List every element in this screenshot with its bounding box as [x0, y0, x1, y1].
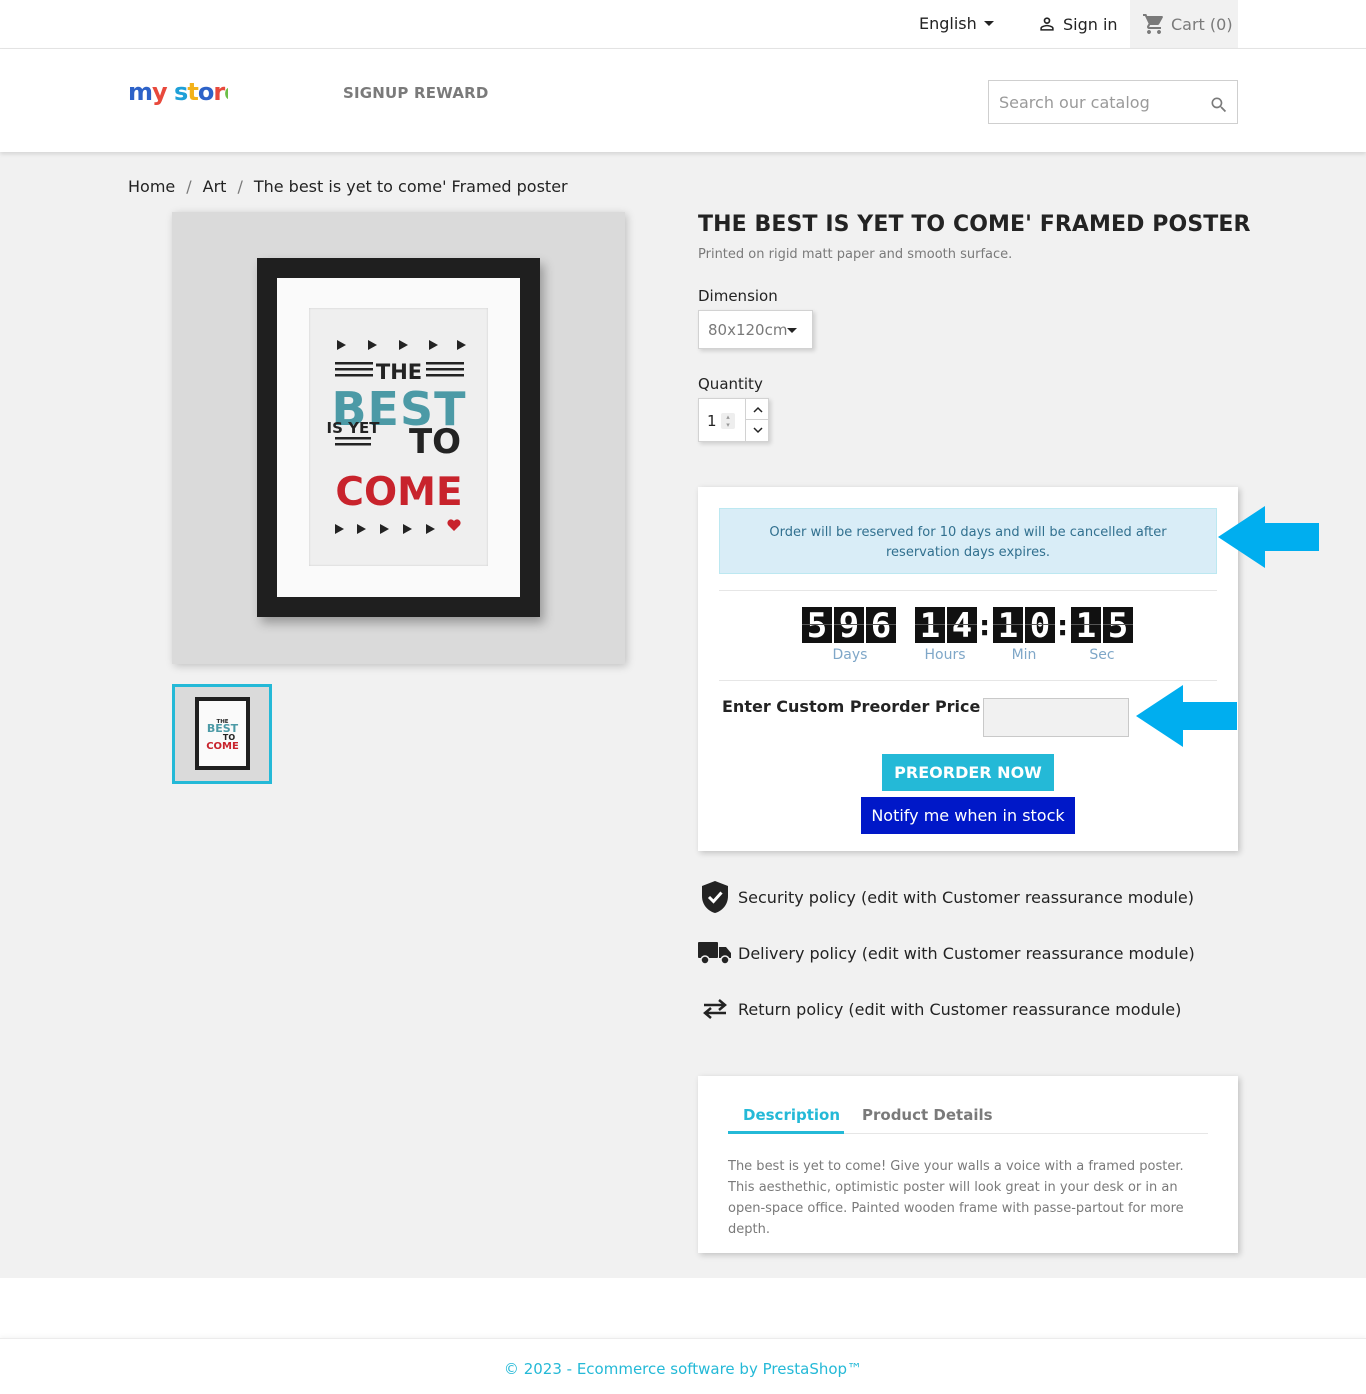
- quantity-stepper: 1 ▴ ▾: [698, 398, 769, 442]
- search-box: [988, 80, 1238, 124]
- footer-copyright-link[interactable]: © 2023 - Ecommerce software by PrestaSho…: [504, 1360, 862, 1378]
- countdown-separator: :: [979, 609, 991, 642]
- cart-label: Cart (0): [1171, 14, 1233, 34]
- product-cover-image[interactable]: THE BEST IS YET TO COME: [172, 212, 625, 664]
- reassurance-delivery: Delivery policy (edit with Customer reas…: [698, 936, 1195, 970]
- search-icon[interactable]: [1209, 95, 1229, 115]
- logo-graphic: my store: [128, 78, 241, 106]
- poster-text-the: THE: [376, 360, 422, 384]
- search-input[interactable]: [989, 81, 1199, 123]
- preorder-panel: Order will be reserved for 10 days and w…: [698, 487, 1238, 851]
- poster-graphic: THE BEST IS YET TO COME: [327, 340, 466, 534]
- reassurance-security-text: Security policy (edit with Customer reas…: [738, 887, 1194, 907]
- breadcrumb-separator: /: [186, 177, 192, 196]
- countdown-sec-label: Sec: [1089, 647, 1115, 663]
- site-header: my store SIGNUP REWARD: [0, 49, 1366, 152]
- arrow-left-icon: [1136, 685, 1237, 747]
- product-page: Home / Art / The best is yet to come' Fr…: [0, 152, 1366, 1278]
- shield-check-icon: [698, 880, 732, 914]
- countdown-days-label: Days: [832, 647, 868, 663]
- sign-in-link[interactable]: Sign in: [1037, 14, 1118, 34]
- swap-arrows-icon: [698, 992, 732, 1026]
- dimension-label: Dimension: [698, 287, 778, 305]
- countdown-days-digit: 9: [834, 607, 864, 645]
- user-icon: [1040, 17, 1054, 31]
- truck-icon: [698, 936, 732, 970]
- breadcrumb-separator: /: [237, 177, 243, 196]
- poster-text-to: TO: [409, 422, 461, 462]
- chevron-down-icon: [752, 427, 763, 434]
- countdown-days-digit: 6: [866, 607, 896, 645]
- product-description-text: The best is yet to come! Give your walls…: [728, 1159, 1184, 1237]
- breadcrumb: Home / Art / The best is yet to come' Fr…: [128, 177, 568, 196]
- poster-text-is-yet: IS YET: [327, 419, 381, 437]
- notify-in-stock-button[interactable]: Notify me when in stock: [861, 797, 1075, 834]
- cart-icon: [1143, 14, 1163, 34]
- svg-text:my store: my store: [128, 78, 228, 106]
- nav-signup-reward[interactable]: SIGNUP REWARD: [343, 84, 489, 102]
- breadcrumb-current: The best is yet to come' Framed poster: [253, 177, 568, 196]
- quantity-decrement-button[interactable]: [745, 420, 769, 441]
- thumbnail-mat: THE BEST TO COME: [199, 701, 246, 766]
- quantity-increment-button[interactable]: [745, 399, 769, 420]
- product-tabs: Description Product Details: [728, 1106, 1208, 1134]
- reassurance-delivery-text: Delivery policy (edit with Customer reas…: [738, 943, 1195, 963]
- poster-text-come: COME: [335, 470, 462, 515]
- reassurance-security: Security policy (edit with Customer reas…: [698, 880, 1194, 914]
- countdown-min-digit: 0: [1025, 607, 1055, 645]
- arrow-left-icon: [1218, 506, 1319, 568]
- cart-link[interactable]: Cart (0): [1130, 0, 1238, 48]
- language-selector[interactable]: English: [919, 14, 994, 33]
- preorder-now-button[interactable]: PREORDER NOW: [882, 754, 1054, 791]
- product-tabs-panel: Description Product Details The best is …: [698, 1076, 1238, 1253]
- poster-artwork: THE BEST IS YET TO COME: [309, 308, 488, 566]
- custom-price-input[interactable]: [983, 698, 1129, 737]
- custom-price-label: Enter Custom Preorder Price: [722, 697, 981, 716]
- dimension-select[interactable]: 80x120cm: [698, 310, 813, 349]
- store-logo[interactable]: my store: [128, 78, 241, 114]
- countdown-min-digit: 1: [993, 607, 1023, 645]
- preorder-countdown: 5 9 6 Days 1 4 : Hours 1 0 : Min 1 5 Sec: [802, 607, 1142, 667]
- countdown-sec-digit: 1: [1071, 607, 1101, 645]
- breadcrumb-art[interactable]: Art: [203, 177, 227, 196]
- countdown-separator: :: [1057, 609, 1069, 642]
- thumbnail-frame: THE BEST TO COME: [195, 697, 250, 770]
- product-thumbnail[interactable]: THE BEST TO COME: [172, 684, 272, 784]
- chevron-down-icon: [787, 328, 797, 333]
- tab-product-details[interactable]: Product Details: [862, 1106, 993, 1134]
- native-spinner-icon[interactable]: ▴ ▾: [721, 413, 735, 429]
- product-short-description: Printed on rigid matt paper and smooth s…: [698, 247, 1013, 262]
- divider: [719, 680, 1217, 681]
- product-title: THE BEST IS YET TO COME' FRAMED POSTER: [698, 212, 1251, 237]
- poster-mat: THE BEST IS YET TO COME: [277, 278, 520, 597]
- countdown-hours-digit: 4: [947, 607, 977, 645]
- breadcrumb-home[interactable]: Home: [128, 177, 175, 196]
- tab-description[interactable]: Description: [728, 1106, 844, 1134]
- reservation-notice: Order will be reserved for 10 days and w…: [719, 508, 1217, 574]
- countdown-sec-digit: 5: [1103, 607, 1133, 645]
- poster-frame: THE BEST IS YET TO COME: [257, 258, 540, 617]
- divider: [719, 590, 1217, 591]
- chevron-up-icon: [752, 406, 763, 413]
- quantity-label: Quantity: [698, 375, 763, 393]
- footer-spacer: [0, 1278, 1366, 1338]
- thumbnail-graphic: THE BEST TO COME: [206, 719, 239, 752]
- language-label: English: [919, 14, 977, 33]
- countdown-days-digit: 5: [802, 607, 832, 645]
- site-footer: © 2023 - Ecommerce software by PrestaSho…: [0, 1338, 1366, 1394]
- reassurance-return-text: Return policy (edit with Customer reassu…: [738, 999, 1182, 1019]
- countdown-hours-label: Hours: [924, 647, 966, 663]
- chevron-down-icon: [983, 21, 994, 26]
- sign-in-label: Sign in: [1063, 14, 1118, 34]
- reassurance-return: Return policy (edit with Customer reassu…: [698, 992, 1181, 1026]
- countdown-hours-digit: 1: [915, 607, 945, 645]
- dimension-value: 80x120cm: [708, 321, 788, 339]
- countdown-min-label: Min: [1011, 647, 1037, 663]
- quantity-input[interactable]: 1: [707, 412, 717, 430]
- svg-text:COME: COME: [206, 741, 239, 752]
- top-bar: English Sign in Cart (0): [0, 0, 1366, 49]
